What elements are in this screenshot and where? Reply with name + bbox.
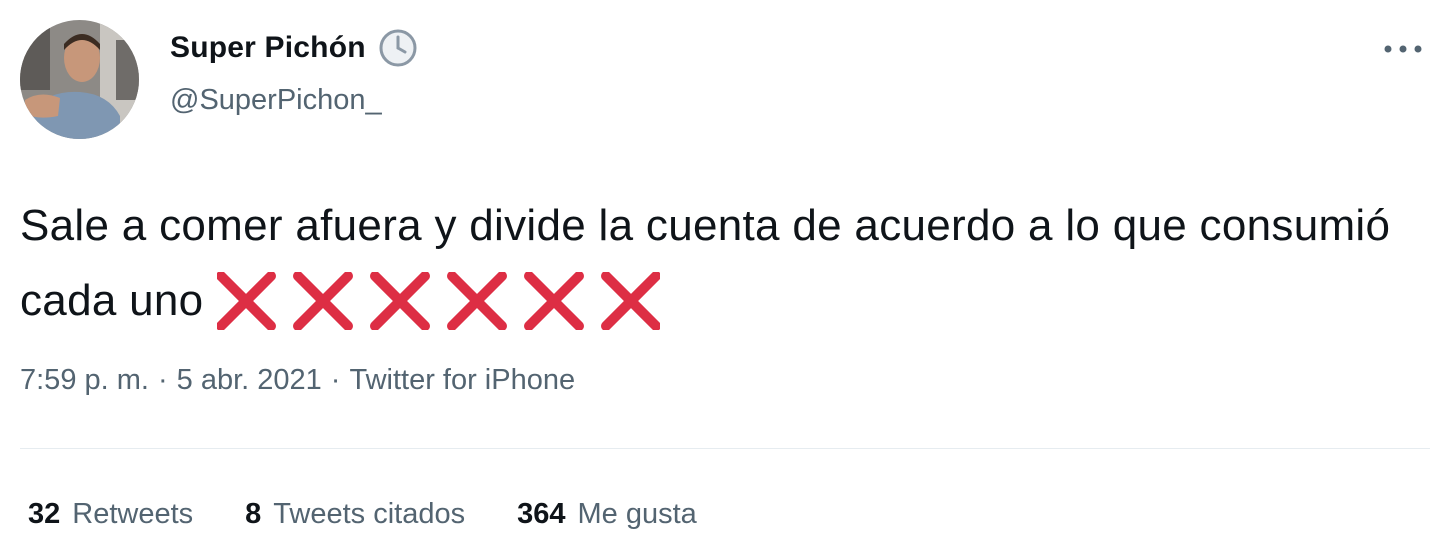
separator-dot: · — [157, 364, 168, 396]
likes-stat[interactable]: 364 Me gusta — [517, 498, 697, 531]
tweet-time[interactable]: 7:59 p. m. — [20, 364, 149, 397]
tweet-body: Sale a comer afuera y divide la cuenta d… — [20, 188, 1410, 353]
quote-tweets-count: 8 — [245, 498, 262, 530]
more-options-icon[interactable] — [1380, 32, 1426, 66]
author-name-row: Super Pichón — [170, 28, 418, 68]
cross-mark-icon — [447, 271, 508, 331]
likes-label: Me gusta — [577, 498, 697, 530]
tweet-card: Super Pichón @SuperPichon_ Sale a comer … — [0, 0, 1440, 560]
cross-mark-icon — [601, 271, 662, 331]
cross-mark-icon — [370, 271, 431, 331]
divider — [20, 448, 1430, 449]
quote-tweets-label: Tweets citados — [273, 498, 466, 530]
retweets-label: Retweets — [72, 498, 194, 530]
tweet-source[interactable]: Twitter for iPhone — [349, 364, 575, 397]
author-handle[interactable]: @SuperPichon_ — [170, 84, 382, 117]
cross-mark-icon — [293, 271, 354, 331]
separator-dot: · — [330, 364, 341, 396]
retweets-count: 32 — [28, 498, 61, 530]
author-display-name[interactable]: Super Pichón — [170, 31, 366, 65]
tweet-date[interactable]: 5 abr. 2021 — [177, 364, 322, 397]
avatar[interactable] — [20, 20, 139, 139]
clock-icon — [378, 28, 418, 68]
engagement-stats: 32 Retweets 8 Tweets citados 364 Me gust… — [28, 498, 749, 531]
quote-tweets-stat[interactable]: 8 Tweets citados — [245, 498, 465, 531]
cross-mark-icon — [216, 271, 277, 331]
retweets-stat[interactable]: 32 Retweets — [28, 498, 193, 531]
tweet-metadata: 7:59 p. m. · 5 abr. 2021 · Twitter for i… — [20, 364, 575, 397]
likes-count: 364 — [517, 498, 566, 530]
cross-mark-emoji-group — [216, 271, 662, 353]
cross-mark-icon — [524, 271, 585, 331]
